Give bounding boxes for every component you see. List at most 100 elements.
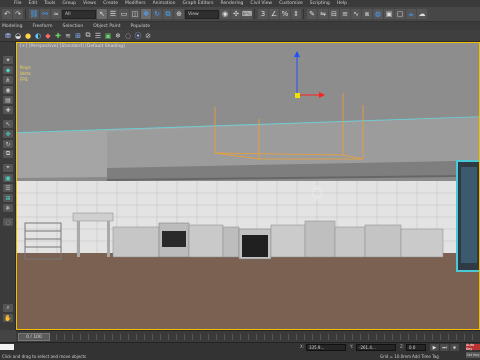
z-coordinate-field[interactable]: 0.0 [406, 344, 426, 351]
menu-graph-editors[interactable]: Graph Editors [183, 1, 214, 6]
filter-icon[interactable]: ⛃ [4, 32, 12, 40]
angle-snap-icon[interactable]: ∠ [269, 9, 279, 19]
display-all-icon[interactable]: ⦿ [134, 32, 142, 40]
y-coordinate-field[interactable]: -261.4... [356, 344, 396, 351]
render-cloud-icon[interactable]: ☁ [417, 9, 427, 19]
display-spacewarps-icon[interactable]: ≋ [64, 32, 72, 40]
unlink-icon[interactable]: ⚯ [40, 9, 50, 19]
display-lights-icon[interactable]: ● [24, 32, 32, 40]
motion-icon[interactable]: ◉ [3, 86, 13, 94]
group-tool-icon[interactable]: ⊞ [3, 194, 13, 202]
menu-customize[interactable]: Customize [279, 1, 303, 6]
set-key-button[interactable]: Set Key [466, 352, 480, 358]
display-bones-icon[interactable]: ☰ [94, 32, 102, 40]
selection-filter-dropdown[interactable]: All [62, 9, 96, 19]
modify-icon[interactable]: ◆ [3, 66, 13, 74]
display-none-icon[interactable]: ⊘ [144, 32, 152, 40]
display-cameras-icon[interactable]: ◐ [34, 32, 42, 40]
viewport-label[interactable]: [+] [Perspective] [Standard] [Default Sh… [20, 44, 125, 49]
undo-icon[interactable]: ↶ [2, 9, 12, 19]
snap-tool-icon[interactable]: ⌖ [3, 164, 13, 172]
auto-key-button[interactable]: Auto Key [466, 343, 480, 351]
named-selection-icon[interactable]: ✎ [307, 9, 317, 19]
toolbar-divider [254, 9, 256, 19]
redo-icon[interactable]: ↷ [13, 9, 23, 19]
key-mode-icon[interactable]: ⏹ [450, 344, 459, 351]
hide-tool-icon[interactable]: ◌ [3, 218, 13, 226]
time-slider[interactable]: 0 / 100 [18, 333, 50, 341]
rotate-tool-icon[interactable]: ↻ [3, 140, 13, 148]
pivot-icon[interactable]: ◉ [220, 9, 230, 19]
display-containers-icon[interactable]: ▣ [104, 32, 112, 40]
rotate-icon[interactable]: ↻ [152, 9, 162, 19]
window-crossing-icon[interactable]: ◫ [130, 9, 140, 19]
schematic-view-icon[interactable]: ⧈ [362, 9, 372, 19]
menu-help[interactable]: Help [337, 1, 347, 6]
snap-toggle-icon[interactable]: 3 [258, 9, 268, 19]
tab-populate[interactable]: Populate [131, 24, 151, 29]
rendered-frame-window-icon[interactable]: ▢ [395, 9, 405, 19]
select-object-icon[interactable]: ↖ [97, 9, 107, 19]
perspective-viewport[interactable]: [+] [Perspective] [Standard] [Default Sh… [16, 42, 480, 330]
render-setup-icon[interactable]: ▣ [384, 9, 394, 19]
x-coordinate-field[interactable]: 335.9... [306, 344, 346, 351]
isolate-icon[interactable]: ▣ [3, 174, 13, 182]
material-editor-icon[interactable]: ◍ [373, 9, 383, 19]
display-shapes-icon[interactable]: ✚ [54, 32, 62, 40]
display-helpers-icon[interactable]: ◆ [44, 32, 52, 40]
display-hidden-icon[interactable]: ◌ [124, 32, 132, 40]
menu-tools[interactable]: Tools [44, 1, 55, 6]
pan-icon[interactable]: ✋ [3, 314, 13, 322]
spinner-snap-icon[interactable]: ⇕ [291, 9, 301, 19]
keyboard-shortcut-icon[interactable]: ⌨ [242, 9, 252, 19]
curve-editor-icon[interactable]: ∿ [351, 9, 361, 19]
display-panel-icon[interactable]: ▤ [3, 96, 13, 104]
freeze-tool-icon[interactable]: ❄ [3, 204, 13, 212]
utilities-icon[interactable]: ✚ [3, 106, 13, 114]
align-icon[interactable]: ⊟ [329, 9, 339, 19]
next-frame-icon[interactable]: ⏭ [440, 344, 449, 351]
zoom-icon[interactable]: ⌕ [3, 304, 13, 312]
reference-coordinate-dropdown[interactable]: View [185, 9, 219, 19]
layer-tool-icon[interactable]: ☰ [3, 184, 13, 192]
mirror-icon[interactable]: ⇋ [318, 9, 328, 19]
menu-civil-view[interactable]: Civil View [250, 1, 272, 6]
render-icon[interactable]: ☕ [406, 9, 416, 19]
menu-rendering[interactable]: Rendering [220, 1, 243, 6]
layer-explorer-icon[interactable]: ≡ [340, 9, 350, 19]
menu-group[interactable]: Group [62, 1, 76, 6]
hierarchy-icon[interactable]: ⋔ [3, 76, 13, 84]
select-manipulate-icon[interactable]: ✣ [231, 9, 241, 19]
scale-tool-icon[interactable]: ⧉ [3, 150, 13, 158]
move-icon[interactable]: ✥ [141, 9, 151, 19]
percent-snap-icon[interactable]: % [280, 9, 290, 19]
menu-views[interactable]: Views [83, 1, 96, 6]
display-geometry-icon[interactable]: ◒ [14, 32, 22, 40]
tab-modeling[interactable]: Modeling [2, 24, 22, 29]
bind-space-warp-icon[interactable]: ≈ [51, 9, 61, 19]
menu-create[interactable]: Create [103, 1, 118, 6]
link-icon[interactable]: ⛓ [29, 9, 39, 19]
display-xrefs-icon[interactable]: ⧉ [84, 31, 92, 40]
placement-icon[interactable]: ⊕ [174, 9, 184, 19]
move-tool-icon[interactable]: ✥ [3, 130, 13, 138]
menu-scripting[interactable]: Scripting [310, 1, 330, 6]
tab-selection[interactable]: Selection [63, 24, 84, 29]
select-tool-icon[interactable]: ↖ [3, 120, 13, 128]
maxscript-listener-field[interactable] [0, 344, 14, 350]
menu-animation[interactable]: Animation [153, 1, 176, 6]
menu-file[interactable]: File [14, 1, 22, 6]
play-icon[interactable]: ▶ [430, 344, 439, 351]
rectangular-selection-icon[interactable]: ▭ [119, 9, 129, 19]
add-time-tag[interactable]: Add Time Tag [412, 354, 439, 359]
tab-object-paint[interactable]: Object Paint [93, 24, 120, 29]
menu-edit[interactable]: Edit [29, 1, 38, 6]
scale-icon[interactable]: ⧉ [163, 9, 173, 19]
display-groups-icon[interactable]: ⊞ [74, 32, 82, 40]
create-icon[interactable]: ✦ [3, 56, 13, 64]
display-frozen-icon[interactable]: ❄ [114, 32, 122, 40]
tab-freeform[interactable]: Freeform [32, 24, 52, 29]
track-bar[interactable] [56, 334, 476, 340]
select-by-name-icon[interactable]: ☰ [108, 9, 118, 19]
menu-modifiers[interactable]: Modifiers [125, 1, 146, 6]
